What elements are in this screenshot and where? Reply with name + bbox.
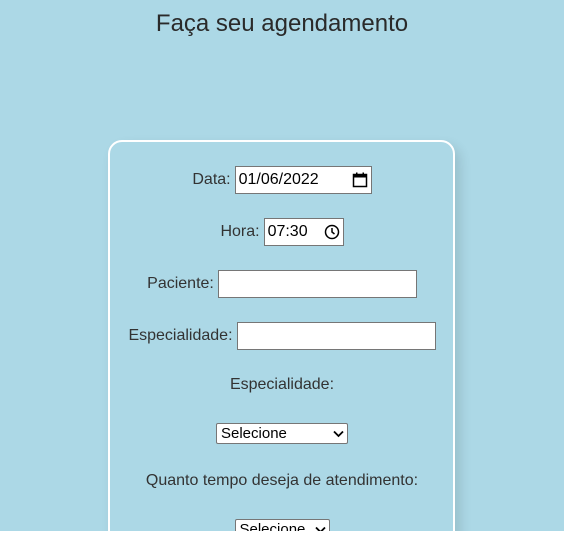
duration-select[interactable]: Selecione xyxy=(234,519,330,531)
date-label: Data: xyxy=(192,171,231,188)
patient-input[interactable] xyxy=(217,270,417,298)
duration-select-value: Selecione xyxy=(239,521,306,531)
date-row: Data: 01/06/2022 xyxy=(0,166,564,194)
time-input[interactable]: 07:30 xyxy=(263,218,344,246)
page-title: Faça seu agendamento xyxy=(155,10,409,37)
specialty-text-input[interactable] xyxy=(236,322,436,350)
specialty-select-heading-row: Especialidade: xyxy=(0,376,564,394)
clock-icon[interactable] xyxy=(324,224,340,240)
specialty-select-row: Selecione xyxy=(0,423,564,444)
patient-label: Paciente: xyxy=(147,275,214,292)
duration-heading-row: Quanto tempo deseja de atendimento: xyxy=(0,472,564,490)
app-viewport: Faça seu agendamento Data: 01/06/2022 Ho… xyxy=(0,0,564,531)
specialty-text-row: Especialidade: xyxy=(0,322,564,350)
specialty-select-value: Selecione xyxy=(221,425,287,442)
chevron-down-icon xyxy=(314,526,326,531)
calendar-icon[interactable] xyxy=(352,172,368,188)
chevron-down-icon xyxy=(333,430,344,438)
specialty-select-label: Especialidade: xyxy=(229,376,335,393)
patient-row: Paciente: xyxy=(0,270,564,298)
time-row: Hora: 07:30 xyxy=(0,218,564,246)
specialty-text-label: Especialidade: xyxy=(128,327,233,344)
duration-label: Quanto tempo deseja de atendimento: xyxy=(145,472,419,489)
time-label: Hora: xyxy=(220,223,260,240)
time-value: 07:30 xyxy=(267,223,308,240)
specialty-select[interactable]: Selecione xyxy=(216,423,348,444)
duration-select-row: Selecione xyxy=(0,519,564,531)
date-value: 01/06/2022 xyxy=(238,171,319,188)
date-input[interactable]: 01/06/2022 xyxy=(234,166,372,194)
